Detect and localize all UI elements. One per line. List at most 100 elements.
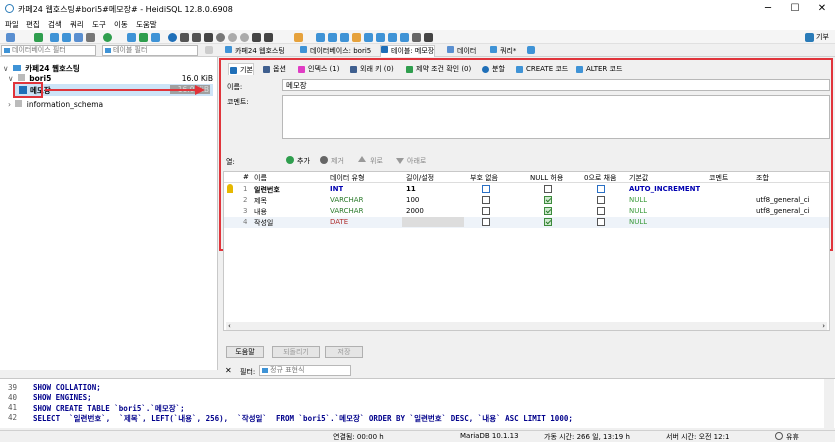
run-query-icon[interactable] bbox=[264, 33, 273, 42]
nullable-checkbox[interactable] bbox=[544, 185, 552, 193]
post-icon[interactable] bbox=[240, 33, 249, 42]
cell-type[interactable]: VARCHAR bbox=[330, 196, 363, 204]
maximize-button[interactable]: ☐ bbox=[783, 2, 807, 16]
cell-type[interactable]: INT bbox=[330, 185, 343, 193]
paste-icon[interactable] bbox=[62, 33, 71, 42]
replace-icon[interactable] bbox=[352, 33, 361, 42]
move-up-button[interactable]: 위로 bbox=[370, 156, 383, 166]
down-arrow-icon[interactable] bbox=[396, 158, 404, 164]
regex-filter-input[interactable]: 정규 표현식 bbox=[259, 365, 351, 376]
name-input[interactable]: 메모장 bbox=[282, 79, 830, 91]
nullable-checkbox[interactable] bbox=[544, 196, 552, 204]
cancel-icon[interactable] bbox=[252, 33, 261, 42]
tree-server[interactable]: ∨ 카페24 웹호스팅 bbox=[3, 63, 80, 74]
discard-button[interactable]: 되돌리기 bbox=[272, 346, 320, 358]
close-tab-icon[interactable] bbox=[424, 33, 433, 42]
subtab-alter-code[interactable]: ALTER 코드 bbox=[575, 63, 622, 75]
menu-file[interactable]: 파일 bbox=[5, 19, 19, 30]
unsigned-checkbox[interactable] bbox=[482, 207, 490, 215]
cell-length[interactable]: 100 bbox=[406, 196, 419, 204]
close-filter-icon[interactable]: ✕ bbox=[225, 366, 232, 375]
menu-tools[interactable]: 도구 bbox=[92, 19, 106, 30]
insert-record-icon[interactable] bbox=[216, 33, 225, 42]
cell-type[interactable]: DATE bbox=[330, 218, 348, 226]
format-sql-icon[interactable] bbox=[364, 33, 373, 42]
cell-type[interactable]: VARCHAR bbox=[330, 207, 363, 215]
menu-help[interactable]: 도움말 bbox=[136, 19, 157, 30]
unsigned-checkbox[interactable] bbox=[482, 185, 490, 193]
cell-default[interactable]: NULL bbox=[629, 218, 647, 226]
header-type[interactable]: 데이터 유형 bbox=[330, 173, 364, 183]
zerofill-checkbox[interactable] bbox=[597, 185, 605, 193]
star-icon[interactable] bbox=[205, 46, 213, 54]
comment-textarea[interactable] bbox=[282, 95, 830, 139]
user-manager-icon[interactable] bbox=[127, 33, 136, 42]
header-default[interactable]: 기본값 bbox=[629, 173, 648, 183]
save-button[interactable]: 저장 bbox=[325, 346, 363, 358]
remove-icon[interactable] bbox=[320, 156, 328, 164]
table-filter-input[interactable]: 테이블 필터 bbox=[102, 45, 198, 56]
add-column-button[interactable]: 추가 bbox=[297, 156, 310, 166]
tab-table[interactable]: 테이블: 메모장 bbox=[380, 45, 436, 57]
nullable-checkbox[interactable] bbox=[544, 207, 552, 215]
zerofill-checkbox[interactable] bbox=[597, 218, 605, 226]
wrap-icon[interactable] bbox=[400, 33, 409, 42]
header-nullable[interactable]: NULL 허용 bbox=[530, 173, 563, 183]
sql-log[interactable]: 39 SHOW COLLATION; 40 SHOW ENGINES; 41 S… bbox=[0, 378, 835, 429]
open-folder-icon[interactable] bbox=[294, 33, 303, 42]
zerofill-checkbox[interactable] bbox=[597, 207, 605, 215]
copy-icon[interactable] bbox=[50, 33, 59, 42]
minimize-button[interactable]: ─ bbox=[756, 2, 780, 16]
menu-edit[interactable]: 편집 bbox=[26, 19, 40, 30]
find-icon[interactable] bbox=[340, 33, 349, 42]
move-down-button[interactable]: 아래로 bbox=[407, 156, 426, 166]
table-row[interactable]: 4 작성일 DATE NULL bbox=[224, 217, 829, 228]
binary-icon[interactable] bbox=[376, 33, 385, 42]
cell-length[interactable]: 11 bbox=[406, 185, 416, 193]
print-icon[interactable] bbox=[86, 33, 95, 42]
tab-host[interactable]: 카페24 웹호스팅 bbox=[225, 46, 285, 56]
up-arrow-icon[interactable] bbox=[358, 156, 366, 162]
save-sql-icon[interactable] bbox=[316, 33, 325, 42]
unsigned-checkbox[interactable] bbox=[482, 196, 490, 204]
subtab-foreign-keys[interactable]: 외래 키 (0) bbox=[349, 63, 394, 75]
scroll-right-icon[interactable]: › bbox=[822, 322, 825, 330]
new-query-tab-icon[interactable] bbox=[527, 46, 535, 54]
more-icon[interactable] bbox=[412, 33, 421, 42]
subtab-options[interactable]: 옵션 bbox=[262, 63, 286, 75]
maintenance-icon[interactable] bbox=[139, 33, 148, 42]
tab-query[interactable]: 쿼리* bbox=[490, 46, 516, 56]
remove-column-button[interactable]: 제거 bbox=[331, 156, 344, 166]
tree-schema[interactable]: › information_schema bbox=[8, 100, 103, 109]
undo-icon[interactable] bbox=[74, 33, 83, 42]
header-num[interactable]: # bbox=[243, 173, 249, 181]
cell-name[interactable]: 내용 bbox=[254, 207, 267, 217]
cell-default[interactable]: NULL bbox=[629, 207, 647, 215]
zerofill-checkbox[interactable] bbox=[597, 196, 605, 204]
unsigned-checkbox[interactable] bbox=[482, 218, 490, 226]
close-button[interactable]: ✕ bbox=[810, 2, 834, 16]
subtab-partitions[interactable]: 분할 bbox=[481, 63, 505, 75]
cell-name[interactable]: 일련번호 bbox=[254, 185, 280, 195]
table-row[interactable]: 2 제목 VARCHAR 100 NULL utf8_general_ci bbox=[224, 195, 829, 206]
header-name[interactable]: 이름 bbox=[254, 173, 267, 183]
text-icon[interactable] bbox=[388, 33, 397, 42]
search-icon[interactable] bbox=[328, 33, 337, 42]
cell-collation[interactable]: utf8_general_ci bbox=[756, 207, 810, 215]
cell-name[interactable]: 제목 bbox=[254, 196, 267, 206]
cell-default[interactable]: NULL bbox=[629, 196, 647, 204]
cell-collation[interactable]: utf8_general_ci bbox=[756, 196, 810, 204]
cell-length[interactable]: 2000 bbox=[406, 207, 424, 215]
horizontal-scrollbar[interactable]: ‹ › bbox=[226, 322, 827, 330]
header-comment[interactable]: 코멘트 bbox=[709, 173, 728, 183]
donate-label[interactable]: 기부 bbox=[816, 32, 829, 42]
nullable-checkbox[interactable] bbox=[544, 218, 552, 226]
export-icon[interactable] bbox=[151, 33, 160, 42]
subtab-basic[interactable]: 기본 bbox=[228, 63, 254, 75]
menu-go[interactable]: 이동 bbox=[114, 19, 128, 30]
subtab-check-constraints[interactable]: 제약 조건 확인 (0) bbox=[405, 63, 471, 75]
table-row[interactable]: 1 일련번호 INT 11 AUTO_INCREMENT bbox=[224, 184, 829, 195]
scroll-left-icon[interactable]: ‹ bbox=[228, 322, 231, 330]
info-icon[interactable] bbox=[168, 33, 177, 42]
cell-num[interactable]: 4 bbox=[243, 218, 247, 226]
